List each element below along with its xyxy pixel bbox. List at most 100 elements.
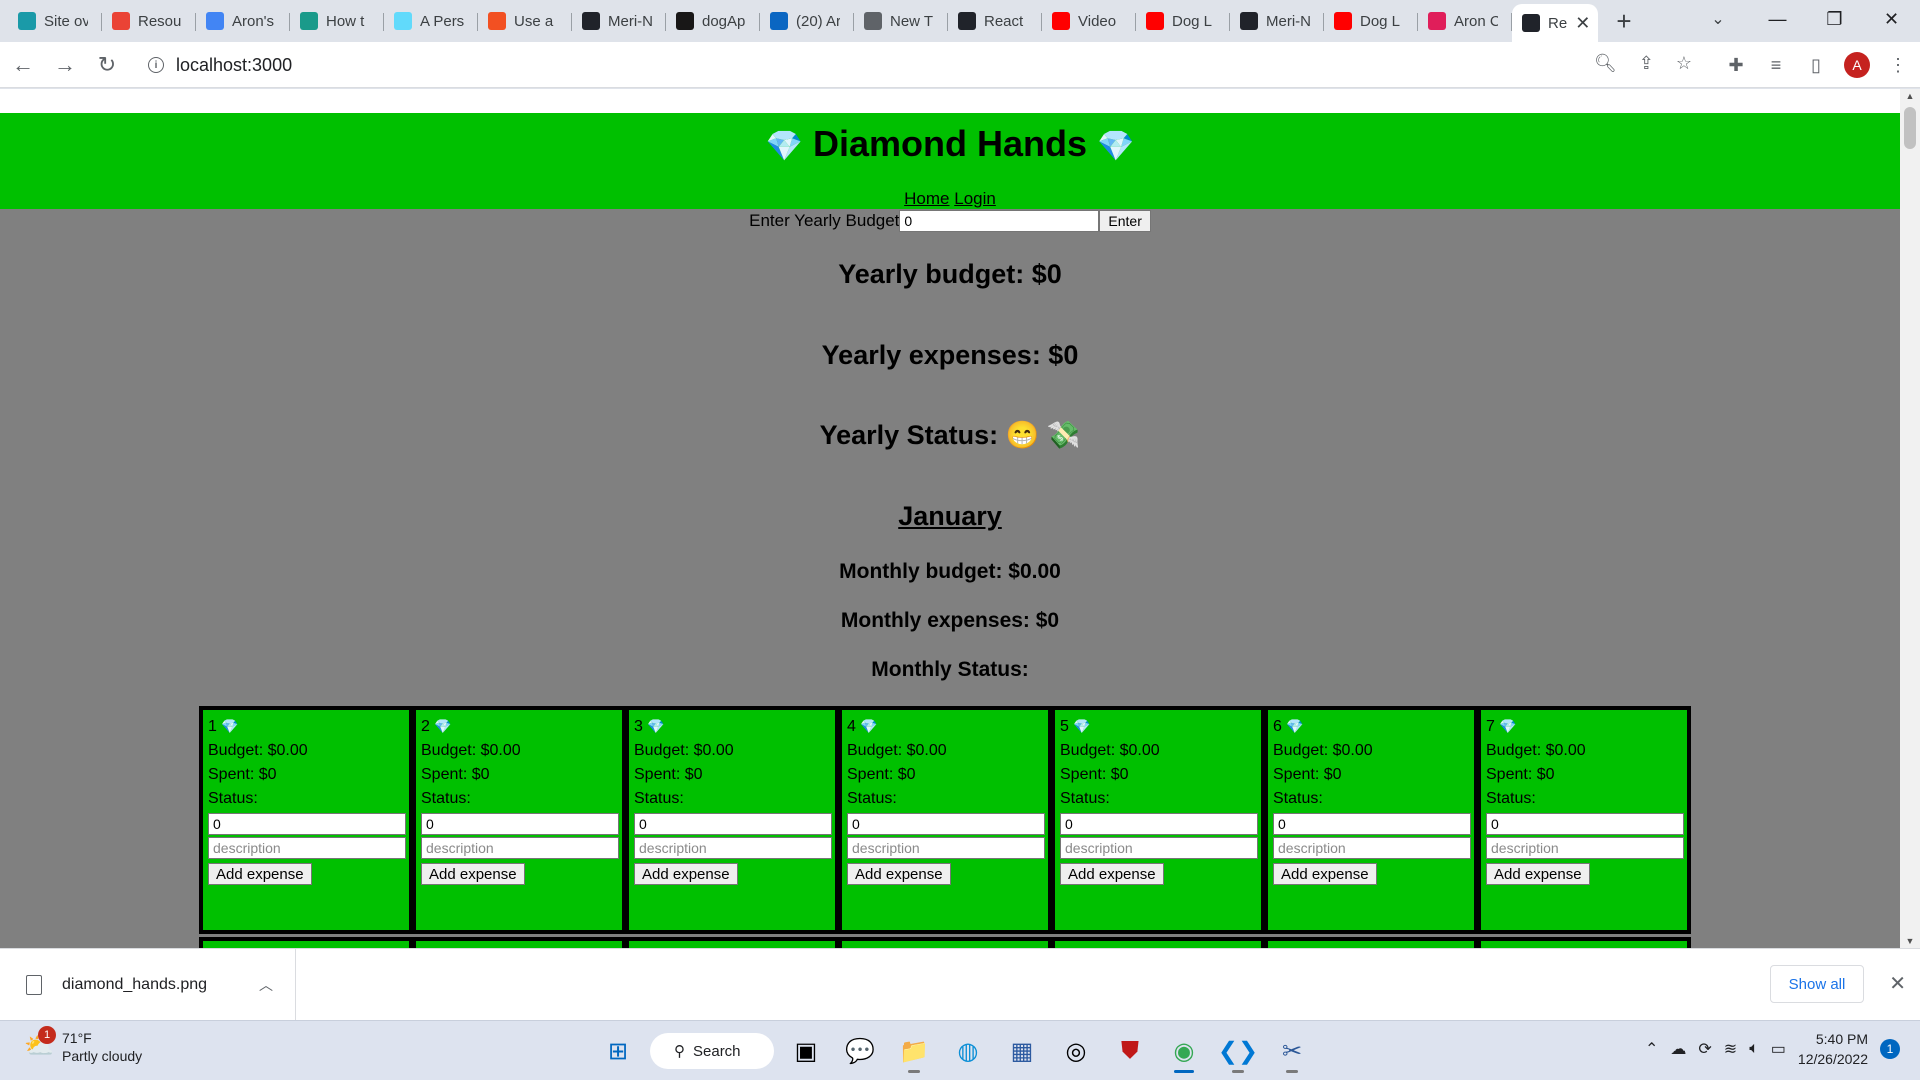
expense-amount-input[interactable]: [847, 813, 1045, 835]
browser-tab[interactable]: Meri-N: [572, 4, 666, 38]
expense-amount-input[interactable]: [1273, 813, 1471, 835]
add-expense-button[interactable]: Add expense: [208, 863, 312, 885]
weather-widget[interactable]: ⛅ 1 71°F Partly cloudy: [24, 1026, 142, 1065]
add-expense-button[interactable]: Add expense: [1273, 863, 1377, 885]
snipping-tool-icon[interactable]: ✂: [1270, 1029, 1314, 1073]
nav-home-link[interactable]: Home: [904, 189, 949, 208]
chat-icon[interactable]: 💬: [838, 1029, 882, 1073]
browser-tab-active[interactable]: Re ✕: [1512, 4, 1598, 42]
download-item[interactable]: diamond_hands.png ︿: [0, 949, 296, 1021]
bookmark-star-icon[interactable]: ☆: [1676, 53, 1692, 74]
sync-icon[interactable]: ⟳: [1698, 1039, 1711, 1059]
new-tab-button[interactable]: +: [1604, 6, 1644, 37]
add-expense-button[interactable]: Add expense: [1060, 863, 1164, 885]
browser-tab[interactable]: Video: [1042, 4, 1136, 38]
yearly-budget-input[interactable]: [899, 210, 1100, 232]
expense-description-input[interactable]: [1486, 837, 1684, 859]
browser-tab[interactable]: Meri-N: [1230, 4, 1324, 38]
day-spent: Spent: $0: [847, 766, 916, 783]
edge-icon[interactable]: ◍: [946, 1029, 990, 1073]
browser-tab[interactable]: Site ov: [8, 4, 102, 38]
tab-search-chevron-icon[interactable]: ⌄: [1698, 0, 1738, 38]
scroll-up-icon[interactable]: ▲: [1900, 91, 1920, 101]
add-expense-button[interactable]: Add expense: [1486, 863, 1590, 885]
day-grid-next-row: [199, 937, 1691, 948]
browser-tab[interactable]: Use a: [478, 4, 572, 38]
close-icon[interactable]: ✕: [1889, 971, 1906, 996]
file-explorer-icon[interactable]: 📁: [892, 1029, 936, 1073]
menu-kebab-icon[interactable]: ⋮: [1886, 46, 1910, 84]
restore-button[interactable]: ❐: [1806, 0, 1863, 38]
day-status: Status:: [1273, 790, 1323, 807]
browser-tab[interactable]: How t: [290, 4, 384, 38]
dell-icon[interactable]: ◎: [1054, 1029, 1098, 1073]
wifi-icon[interactable]: ≋: [1724, 1039, 1737, 1059]
nav-login-link[interactable]: Login: [954, 189, 996, 208]
profile-avatar[interactable]: A: [1844, 52, 1870, 78]
browser-tab[interactable]: Aron C: [1418, 4, 1512, 38]
notification-badge[interactable]: 1: [1880, 1039, 1900, 1059]
add-expense-button[interactable]: Add expense: [634, 863, 738, 885]
extensions-icon[interactable]: ✚: [1724, 46, 1748, 84]
browser-tab[interactable]: Dog L: [1136, 4, 1230, 38]
expense-description-input[interactable]: [847, 837, 1045, 859]
volume-icon[interactable]: 🔈︎: [1749, 1040, 1759, 1058]
site-info-icon[interactable]: i: [148, 57, 164, 73]
mcafee-icon[interactable]: ⛊: [1108, 1029, 1152, 1073]
minimize-button[interactable]: —: [1749, 0, 1806, 38]
scrollbar-thumb[interactable]: [1904, 107, 1916, 149]
close-tab-icon[interactable]: ✕: [1575, 13, 1590, 34]
forward-button[interactable]: →: [46, 46, 84, 84]
browser-tab[interactable]: dogAp: [666, 4, 760, 38]
clock[interactable]: 5:40 PM 12/26/2022: [1798, 1029, 1868, 1069]
day-status: Status:: [1486, 790, 1536, 807]
expense-description-input[interactable]: [634, 837, 832, 859]
add-expense-button[interactable]: Add expense: [421, 863, 525, 885]
expense-amount-input[interactable]: [208, 813, 406, 835]
share-icon[interactable]: ⇪: [1639, 53, 1654, 74]
browser-tab[interactable]: Resou: [102, 4, 196, 38]
side-panel-icon[interactable]: ▯: [1804, 46, 1828, 84]
media-control-icon[interactable]: ≡: [1764, 46, 1788, 84]
gmail-icon: [112, 12, 130, 30]
page-scrollbar[interactable]: ▲ ▼: [1900, 89, 1920, 948]
start-icon[interactable]: ⊞: [596, 1029, 640, 1073]
expense-amount-input[interactable]: [634, 813, 832, 835]
chevron-up-icon[interactable]: ⌃: [1645, 1039, 1658, 1059]
browser-tab[interactable]: (20) Ar: [760, 4, 854, 38]
show-all-button[interactable]: Show all: [1770, 965, 1864, 1003]
day-status: Status:: [1060, 790, 1110, 807]
expense-description-input[interactable]: [208, 837, 406, 859]
browser-tab[interactable]: A Pers: [384, 4, 478, 38]
expense-description-input[interactable]: [421, 837, 619, 859]
day-number: 4 💎: [847, 718, 878, 735]
enter-budget-button[interactable]: Enter: [1099, 210, 1151, 232]
react-icon: [1240, 12, 1258, 30]
expense-amount-input[interactable]: [1486, 813, 1684, 835]
address-bar[interactable]: i localhost:3000 🔍︎ ⇪ ☆: [138, 47, 1702, 83]
diamond-icon: 💎: [434, 718, 452, 734]
store-icon[interactable]: ▦: [1000, 1029, 1044, 1073]
battery-icon[interactable]: ▭: [1771, 1039, 1786, 1059]
zoom-icon[interactable]: 🔍︎: [1594, 53, 1617, 74]
add-expense-button[interactable]: Add expense: [847, 863, 951, 885]
onedrive-icon[interactable]: ☁: [1670, 1039, 1686, 1059]
browser-tab[interactable]: Aron's: [196, 4, 290, 38]
chrome-icon: [864, 12, 882, 30]
browser-tab[interactable]: New T: [854, 4, 948, 38]
scroll-down-icon[interactable]: ▼: [1900, 936, 1920, 946]
back-button[interactable]: ←: [4, 46, 42, 84]
taskbar-search[interactable]: ⚲ Search: [650, 1033, 774, 1069]
chrome-icon[interactable]: ◉: [1162, 1029, 1206, 1073]
browser-tab[interactable]: React: [948, 4, 1042, 38]
vscode-icon[interactable]: ❮❯: [1216, 1029, 1260, 1073]
expense-amount-input[interactable]: [1060, 813, 1258, 835]
expense-description-input[interactable]: [1060, 837, 1258, 859]
browser-tab[interactable]: Dog L: [1324, 4, 1418, 38]
task-view-icon[interactable]: ▣: [784, 1029, 828, 1073]
expense-amount-input[interactable]: [421, 813, 619, 835]
expense-description-input[interactable]: [1273, 837, 1471, 859]
chevron-up-icon[interactable]: ︿: [259, 975, 273, 995]
close-window-button[interactable]: ✕: [1863, 0, 1920, 38]
reload-button[interactable]: ↻: [88, 46, 126, 84]
